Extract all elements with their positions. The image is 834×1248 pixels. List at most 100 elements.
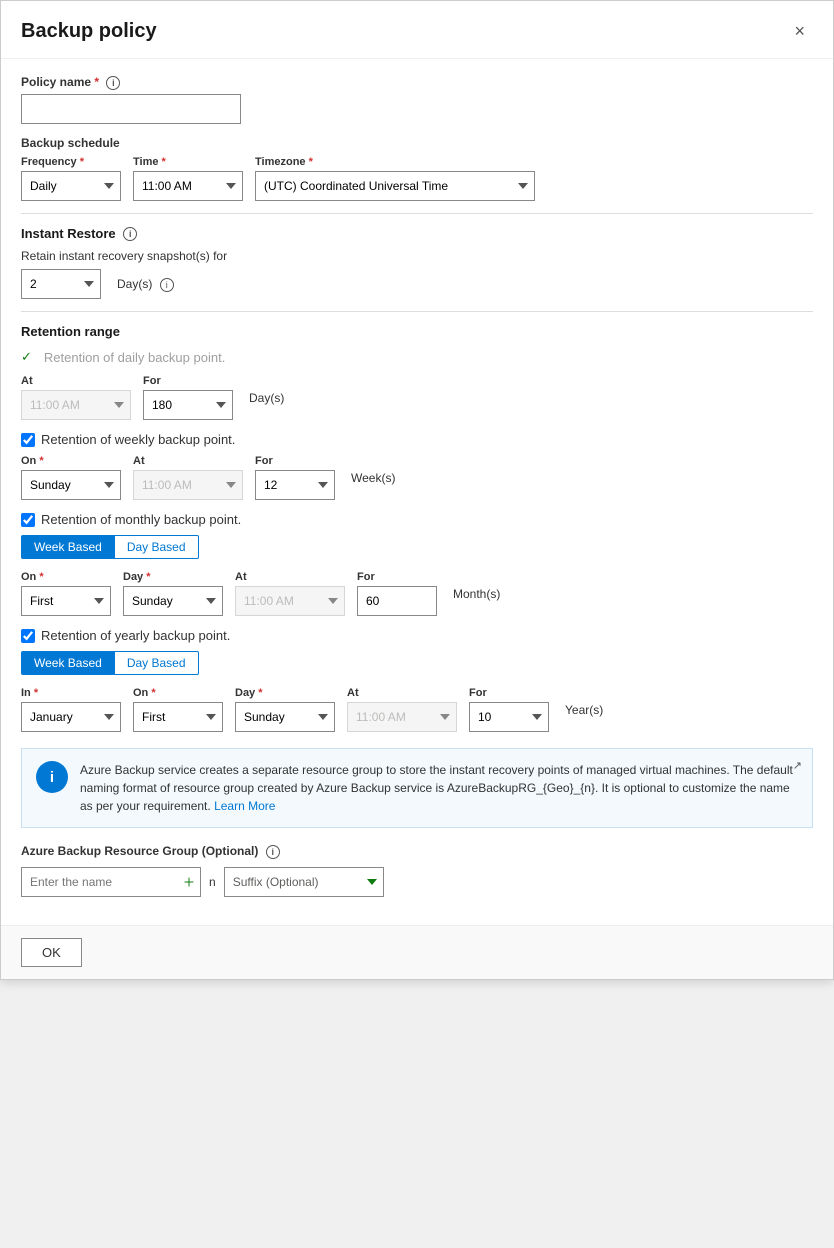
yearly-fields: In * JanuaryFebruaryMarch AprilMayJune J…: [21, 687, 813, 732]
weekly-checkbox[interactable]: [21, 433, 35, 447]
retain-days-select[interactable]: 2 1 3 4 5: [21, 269, 101, 299]
timezone-select[interactable]: (UTC) Coordinated Universal Time: [255, 171, 535, 201]
weekly-on-select[interactable]: Sunday Monday Tuesday Wednesday Thursday…: [21, 470, 121, 500]
yearly-retention-section: Retention of yearly backup point. Week B…: [21, 628, 813, 732]
monthly-day-field: Day * Sunday Monday Tuesday Wednesday Th…: [123, 571, 223, 616]
daily-label: Retention of daily backup point.: [44, 350, 225, 365]
required-indicator: *: [94, 75, 99, 89]
instant-restore-section: Instant Restore i Retain instant recover…: [21, 226, 813, 300]
monthly-at-select[interactable]: 11:00 AM: [235, 586, 345, 616]
weekly-fields: On * Sunday Monday Tuesday Wednesday Thu…: [21, 455, 813, 500]
weekly-at-field: At 11:00 AM: [133, 455, 243, 500]
policy-name-label: Policy name * i: [21, 75, 813, 90]
yearly-toggle-group: Week Based Day Based: [21, 651, 813, 675]
panel-body: Policy name * i Backup schedule Frequenc…: [1, 59, 833, 925]
monthly-for-field: For: [357, 571, 437, 616]
yearly-in-select[interactable]: JanuaryFebruaryMarch AprilMayJune JulyAu…: [21, 702, 121, 732]
daily-for-select[interactable]: 180: [143, 390, 233, 420]
yearly-checkbox-label[interactable]: Retention of yearly backup point.: [21, 628, 813, 643]
days-info-icon[interactable]: i: [160, 278, 174, 292]
timezone-label: Timezone *: [255, 156, 535, 168]
monthly-day-label: Day *: [123, 571, 223, 583]
monthly-toggle-group: Week Based Day Based: [21, 535, 813, 559]
monthly-at-label: At: [235, 571, 345, 583]
monthly-on-field: On * First Second Third Fourth Last: [21, 571, 111, 616]
yearly-at-label: At: [347, 687, 457, 699]
panel-header: Backup policy ×: [1, 1, 833, 59]
resource-group-info-icon[interactable]: i: [266, 845, 280, 859]
yearly-day-label: Day *: [235, 687, 335, 699]
yearly-checkbox[interactable]: [21, 629, 35, 643]
schedule-row: Frequency * Daily Weekly Time * 11:00 AM: [21, 156, 813, 201]
weekly-at-label: At: [133, 455, 243, 467]
panel-footer: OK: [1, 925, 833, 979]
monthly-for-input[interactable]: [357, 586, 437, 616]
divider-instant-restore: [21, 213, 813, 214]
learn-more-link[interactable]: Learn More: [214, 799, 275, 813]
yearly-for-label: For: [469, 687, 549, 699]
daily-header: ✓ Retention of daily backup point.: [21, 349, 813, 365]
suffix-select[interactable]: Suffix (Optional): [224, 867, 384, 897]
backup-policy-panel: Backup policy × Policy name * i Backup s…: [0, 0, 834, 980]
yearly-on-select[interactable]: FirstSecondThird FourthLast: [133, 702, 223, 732]
monthly-day-based-btn[interactable]: Day Based: [115, 535, 199, 559]
retention-range-section: Retention range ✓ Retention of daily bac…: [21, 324, 813, 732]
external-link-icon[interactable]: ↗: [793, 759, 802, 772]
monthly-day-select[interactable]: Sunday Monday Tuesday Wednesday Thursday…: [123, 586, 223, 616]
daily-at-label: At: [21, 375, 131, 387]
yearly-for-select[interactable]: 10: [469, 702, 549, 732]
frequency-select[interactable]: Daily Weekly: [21, 171, 121, 201]
weekly-checkbox-label[interactable]: Retention of weekly backup point.: [21, 432, 813, 447]
yearly-day-select[interactable]: SundayMondayTuesday WednesdayThursdayFri…: [235, 702, 335, 732]
yearly-for-field: For 10: [469, 687, 549, 732]
yearly-day-field: Day * SundayMondayTuesday WednesdayThurs…: [235, 687, 335, 732]
yearly-unit: Year(s): [565, 703, 603, 717]
close-button[interactable]: ×: [786, 17, 813, 46]
instant-restore-info-icon[interactable]: i: [123, 227, 137, 241]
backup-schedule-section: Backup schedule Frequency * Daily Weekly…: [21, 136, 813, 201]
info-box: i Azure Backup service creates a separat…: [21, 748, 813, 828]
weekly-for-select[interactable]: 12: [255, 470, 335, 500]
monthly-unit: Month(s): [453, 587, 500, 601]
weekly-at-select[interactable]: 11:00 AM: [133, 470, 243, 500]
daily-at-field: At 11:00 AM: [21, 375, 131, 420]
yearly-in-field: In * JanuaryFebruaryMarch AprilMayJune J…: [21, 687, 121, 732]
yearly-day-based-btn[interactable]: Day Based: [115, 651, 199, 675]
weekly-retention-section: Retention of weekly backup point. On * S…: [21, 432, 813, 500]
time-label: Time *: [133, 156, 243, 168]
policy-name-info-icon[interactable]: i: [106, 76, 120, 90]
daily-check-icon: ✓: [21, 349, 32, 365]
weekly-for-label: For: [255, 455, 335, 467]
daily-at-select[interactable]: 11:00 AM: [21, 390, 131, 420]
policy-name-input[interactable]: [21, 94, 241, 124]
yearly-in-label: In *: [21, 687, 121, 699]
retain-row: 2 1 3 4 5 Day(s) i: [21, 269, 813, 299]
time-select[interactable]: 11:00 AM: [133, 171, 243, 201]
monthly-week-based-btn[interactable]: Week Based: [21, 535, 115, 559]
daily-retention-section: ✓ Retention of daily backup point. At 11…: [21, 349, 813, 420]
frequency-field: Frequency * Daily Weekly: [21, 156, 121, 201]
yearly-week-based-btn[interactable]: Week Based: [21, 651, 115, 675]
monthly-checkbox-label[interactable]: Retention of monthly backup point.: [21, 512, 813, 527]
resource-group-input[interactable]: [21, 867, 201, 897]
separator: n: [209, 875, 216, 889]
yearly-at-select[interactable]: 11:00 AM: [347, 702, 457, 732]
weekly-label: Retention of weekly backup point.: [41, 432, 235, 447]
monthly-checkbox[interactable]: [21, 513, 35, 527]
weekly-on-field: On * Sunday Monday Tuesday Wednesday Thu…: [21, 455, 121, 500]
info-box-text: Azure Backup service creates a separate …: [80, 761, 798, 815]
daily-fields: At 11:00 AM For 180 Day(s): [21, 375, 813, 420]
policy-name-field: Policy name * i: [21, 75, 813, 124]
retain-label: Retain instant recovery snapshot(s) for: [21, 249, 813, 263]
yearly-on-field: On * FirstSecondThird FourthLast: [133, 687, 223, 732]
backup-schedule-label: Backup schedule: [21, 136, 813, 150]
monthly-retention-section: Retention of monthly backup point. Week …: [21, 512, 813, 616]
daily-for-field: For 180: [143, 375, 233, 420]
weekly-unit: Week(s): [351, 471, 395, 485]
yearly-at-field: At 11:00 AM: [347, 687, 457, 732]
divider-retention: [21, 311, 813, 312]
monthly-on-select[interactable]: First Second Third Fourth Last: [21, 586, 111, 616]
retention-range-title: Retention range: [21, 324, 813, 339]
timezone-field: Timezone * (UTC) Coordinated Universal T…: [255, 156, 535, 201]
ok-button[interactable]: OK: [21, 938, 82, 967]
